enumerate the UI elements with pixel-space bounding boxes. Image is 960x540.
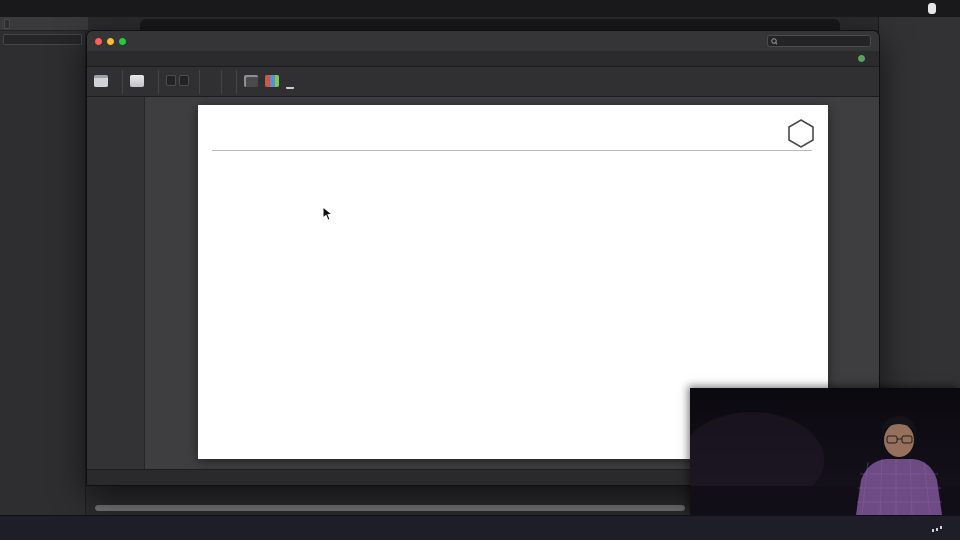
font-name-select[interactable] — [166, 74, 176, 86]
windows-taskbar — [0, 515, 960, 540]
shape-format-group — [286, 75, 296, 89]
ribbon-divider — [221, 69, 222, 94]
quick-styles-icon — [265, 75, 279, 87]
paste-button[interactable] — [94, 75, 108, 88]
help-panel-text — [879, 27, 960, 69]
help-panel-toolbar — [879, 17, 960, 27]
webcam-video — [690, 388, 960, 515]
fullscreen-button[interactable] — [119, 37, 126, 45]
mouse-cursor — [322, 206, 333, 221]
webcam-overlay — [690, 388, 960, 515]
browser-section-places — [0, 55, 85, 59]
search-icon — [771, 37, 778, 45]
fill-color-chip — [286, 75, 294, 83]
ableton-browser-sidebar — [0, 31, 86, 515]
word-count-widget[interactable] — [928, 3, 936, 14]
minimize-button[interactable] — [107, 37, 114, 45]
screen — [0, 0, 960, 540]
ribbon-divider — [158, 69, 159, 94]
arrange-icon — [244, 75, 258, 87]
menubar-status-area — [928, 3, 950, 14]
ribbon-divider — [199, 69, 200, 94]
font-group — [166, 74, 192, 90]
window-titlebar — [87, 31, 879, 51]
ribbon — [87, 67, 879, 97]
share-person-icon — [858, 55, 865, 62]
quick-styles-button[interactable] — [265, 75, 279, 88]
font-size-select[interactable] — [179, 74, 189, 86]
browser-search-field[interactable] — [3, 34, 82, 45]
slide-thumbnail-panel — [87, 97, 145, 469]
share-button[interactable] — [858, 55, 871, 62]
arrange-button[interactable] — [244, 75, 258, 88]
paste-icon — [94, 75, 108, 87]
close-button[interactable] — [95, 37, 102, 45]
background-scrollbar — [95, 505, 685, 511]
new-slide-icon — [130, 75, 144, 87]
shape-fill-button[interactable] — [286, 75, 296, 83]
macos-menubar — [0, 0, 960, 17]
new-slide-button[interactable] — [130, 75, 144, 88]
ribbon-tabs-row — [87, 51, 879, 67]
network-icon[interactable] — [932, 524, 943, 533]
search-input[interactable] — [779, 37, 867, 45]
ribbon-divider — [236, 69, 237, 94]
shape-outline-button[interactable] — [286, 84, 296, 89]
outline-color-chip — [286, 84, 294, 89]
link-button[interactable] — [4, 18, 10, 29]
system-tray — [925, 516, 950, 540]
ribbon-divider — [122, 69, 123, 94]
document-search-box[interactable] — [767, 35, 871, 47]
ableton-transport-bar — [0, 17, 88, 31]
